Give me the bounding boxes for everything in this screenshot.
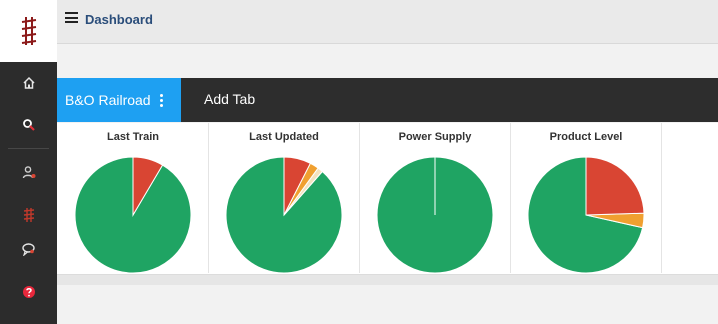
search-icon: [22, 119, 35, 131]
tab-label: B&O Railroad: [65, 92, 151, 108]
add-tab-button[interactable]: Add Tab: [204, 91, 255, 107]
card-title: Product Level: [549, 131, 623, 143]
sidebar-item-search[interactable]: [0, 108, 57, 142]
sidebar-item-home[interactable]: [0, 66, 57, 100]
pie-chart-last-updated: [225, 156, 343, 274]
home-icon: [22, 76, 35, 89]
top-header: Dashboard: [57, 0, 718, 44]
chat-icon: [22, 243, 35, 256]
pie-chart-last-train: [74, 156, 192, 274]
sidebar-item-help[interactable]: [0, 275, 57, 309]
card-last-updated[interactable]: Last Updated: [209, 123, 360, 274]
card-title: Last Train: [107, 131, 159, 143]
card-last-train[interactable]: Last Train: [58, 123, 209, 274]
widget-panel: Last Train Last Updated Power Supply Pro…: [57, 123, 718, 275]
user-icon: [22, 166, 35, 179]
app-logo[interactable]: [0, 0, 57, 62]
card-product-level[interactable]: Product Level: [511, 123, 662, 274]
railroad-logo-icon: [21, 17, 36, 45]
sidebar: [0, 62, 57, 324]
sidebar-divider: [8, 148, 49, 149]
footer-band: [57, 275, 718, 285]
menu-icon[interactable]: [65, 12, 78, 23]
sidebar-item-user[interactable]: [0, 155, 57, 189]
tab-bo-railroad[interactable]: B&O Railroad: [57, 78, 181, 122]
railroad-icon: [23, 208, 34, 222]
sidebar-item-chat[interactable]: [0, 232, 57, 266]
tab-options-icon[interactable]: [159, 93, 163, 107]
pie-chart-product-level: [527, 156, 645, 274]
card-title: Power Supply: [398, 131, 472, 143]
main-content: B&O Railroad Add Tab Last Train Last Upd…: [57, 44, 718, 324]
pie-slice-2: [585, 156, 645, 216]
help-icon: [22, 286, 35, 298]
pie-chart-power-supply: [376, 156, 494, 274]
page-title: Dashboard: [85, 12, 153, 27]
card-title: Last Updated: [249, 131, 319, 143]
sidebar-item-railroad[interactable]: [0, 198, 57, 232]
card-power-supply[interactable]: Power Supply: [360, 123, 511, 274]
tab-bar: B&O Railroad Add Tab: [57, 78, 718, 122]
